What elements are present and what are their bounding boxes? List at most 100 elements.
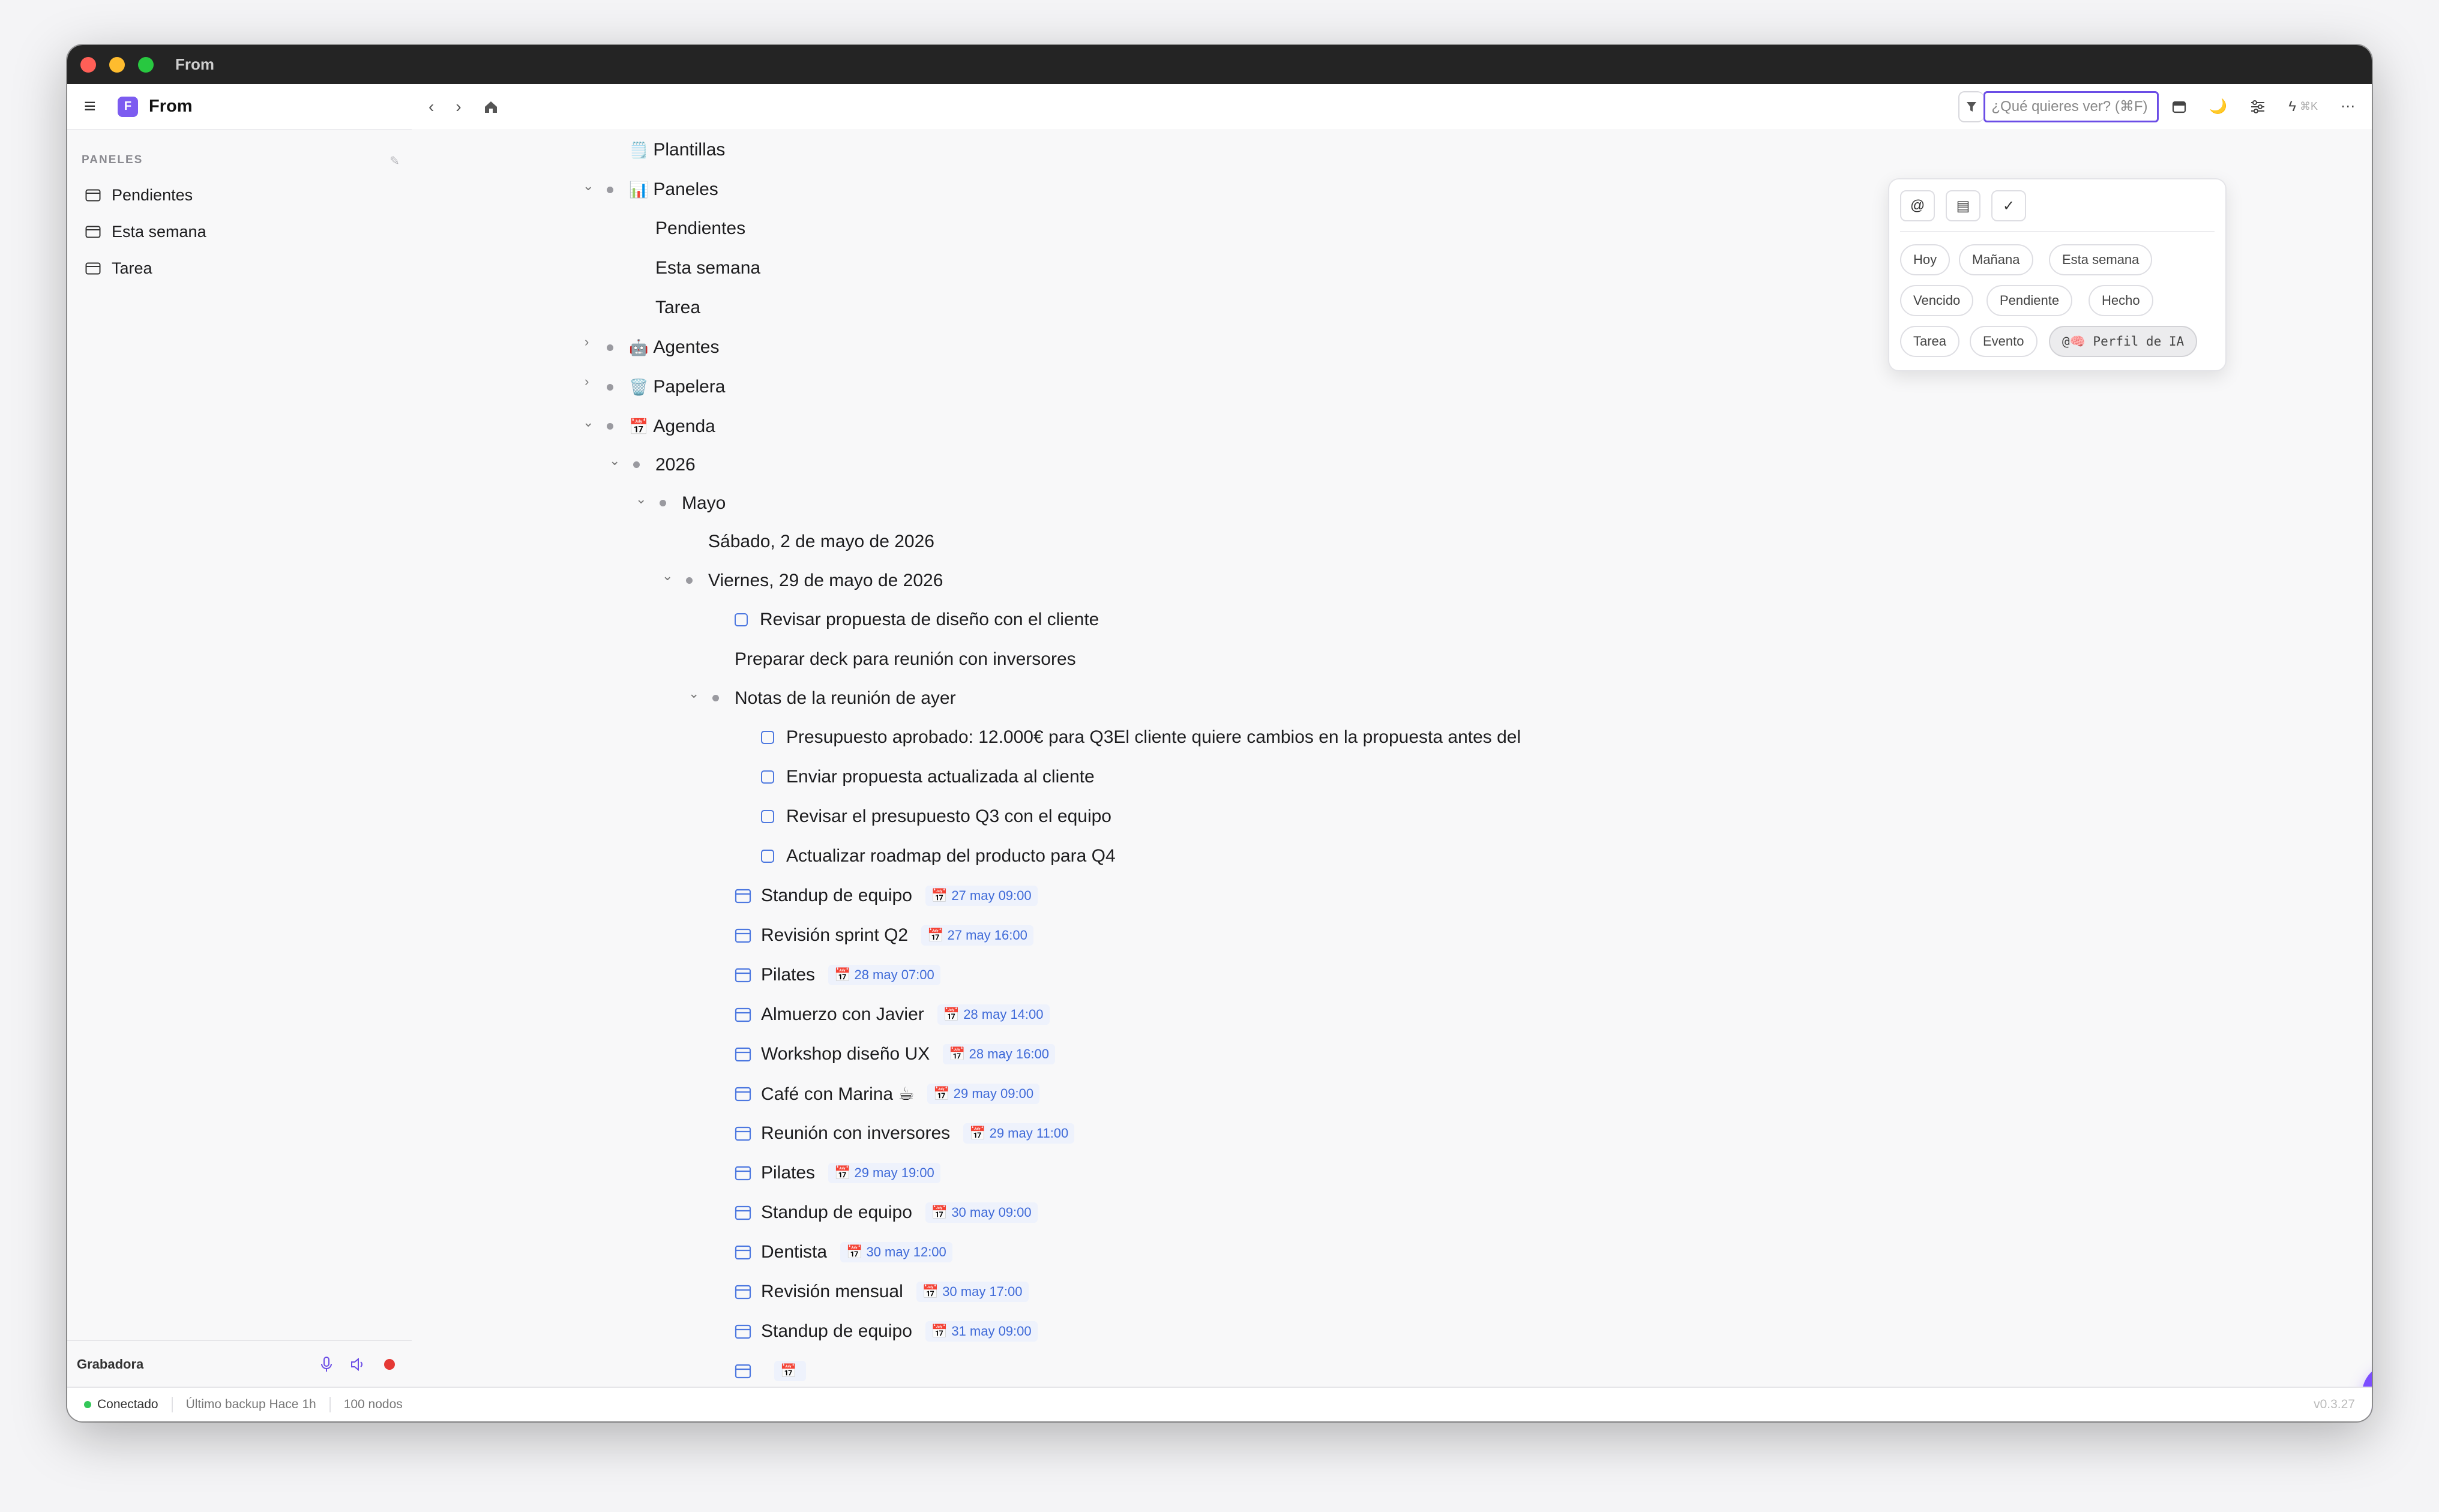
menu-icon[interactable]: ≡ bbox=[84, 95, 106, 118]
status-bar: Conectado Último backup Hace 1h 100 nodo… bbox=[67, 1387, 2372, 1421]
sidebar-item-tarea[interactable]: Tarea bbox=[85, 253, 152, 283]
task-item[interactable]: Actualizar roadmap del producto para Q4 bbox=[761, 838, 1116, 874]
event-item[interactable]: 📅 bbox=[735, 1353, 807, 1389]
outline-node-paneles[interactable]: 📊 Paneles bbox=[629, 172, 718, 208]
event-item[interactable]: Almuerzo con Javier 📅 28 may 14:00 bbox=[735, 997, 1050, 1033]
outline-node-papelera[interactable]: 🗑️ Papelera bbox=[629, 369, 725, 405]
sliders-icon[interactable] bbox=[2250, 100, 2266, 113]
chevron-right-icon[interactable]: › bbox=[585, 374, 589, 389]
maximize-window-button[interactable] bbox=[138, 56, 154, 73]
chip-pendiente[interactable]: Pendiente bbox=[1986, 285, 2073, 316]
date-badge[interactable]: 📅 30 may 17:00 bbox=[916, 1282, 1029, 1302]
node-label: Agentes bbox=[653, 337, 720, 357]
date-badge[interactable]: 📅 28 may 07:00 bbox=[828, 965, 940, 985]
chip-perfil-ia[interactable]: @🧠 Perfil de IA bbox=[2049, 326, 2198, 357]
event-item[interactable]: Pilates 📅 28 may 07:00 bbox=[735, 957, 940, 993]
outline-node-esta-semana[interactable]: Esta semana bbox=[655, 250, 760, 286]
chevron-down-icon[interactable]: ⌄ bbox=[583, 178, 594, 194]
outline-node[interactable]: Preparar deck para reunión con inversore… bbox=[735, 641, 1076, 677]
more-icon[interactable]: ⋯ bbox=[2341, 98, 2355, 115]
filter-icon[interactable] bbox=[1958, 91, 1984, 122]
event-item[interactable]: Reunión con inversores 📅 29 may 11:00 bbox=[735, 1115, 1075, 1151]
task-item[interactable]: Enviar propuesta actualizada al cliente bbox=[761, 759, 1095, 795]
task-item[interactable]: Revisar el presupuesto Q3 con el equipo bbox=[761, 799, 1111, 835]
chip-tarea[interactable]: Tarea bbox=[1900, 326, 1960, 357]
date-badge[interactable]: 📅 29 may 19:00 bbox=[828, 1163, 940, 1183]
date-text: 27 may 16:00 bbox=[947, 928, 1027, 943]
event-item[interactable]: Dentista 📅 30 may 12:00 bbox=[735, 1234, 952, 1270]
chip-manana[interactable]: Mañana bbox=[1959, 244, 2033, 275]
edit-icon[interactable]: ✎ bbox=[389, 154, 400, 169]
task-checkbox[interactable] bbox=[761, 731, 774, 744]
close-window-button[interactable] bbox=[80, 56, 96, 73]
home-icon[interactable] bbox=[483, 100, 499, 114]
chevron-down-icon[interactable]: ⌄ bbox=[583, 415, 594, 430]
divider bbox=[171, 1397, 173, 1412]
record-button[interactable] bbox=[384, 1359, 395, 1370]
event-calendar-icon bbox=[735, 1285, 751, 1300]
calendar-filter-button[interactable]: ▤ bbox=[1946, 190, 1980, 221]
outline-node-2026[interactable]: 2026 bbox=[655, 447, 696, 483]
date-badge[interactable]: 📅 bbox=[774, 1361, 807, 1381]
event-item[interactable]: Standup de equipo 📅 27 may 09:00 bbox=[735, 878, 1038, 914]
chevron-right-icon[interactable]: › bbox=[585, 334, 589, 350]
outline-node-notas-reunion[interactable]: Notas de la reunión de ayer bbox=[735, 680, 956, 716]
event-item[interactable]: Pilates 📅 29 may 19:00 bbox=[735, 1155, 940, 1191]
moon-icon[interactable]: 🌙 bbox=[2209, 98, 2227, 115]
check-filter-button[interactable]: ✓ bbox=[1991, 190, 2026, 221]
date-badge[interactable]: 📅 30 may 09:00 bbox=[925, 1202, 1038, 1223]
outline-node-agentes[interactable]: 🤖 Agentes bbox=[629, 329, 719, 365]
chevron-down-icon[interactable]: ⌄ bbox=[662, 568, 673, 584]
task-checkbox[interactable] bbox=[761, 770, 774, 784]
forward-icon[interactable]: › bbox=[456, 97, 461, 116]
event-item[interactable]: Standup de equipo 📅 30 may 09:00 bbox=[735, 1195, 1038, 1231]
task-checkbox[interactable] bbox=[761, 850, 774, 863]
date-badge[interactable]: 📅 29 may 11:00 bbox=[963, 1123, 1075, 1144]
date-badge[interactable]: 📅 28 may 16:00 bbox=[943, 1044, 1055, 1064]
task-label: Enviar propuesta actualizada al cliente bbox=[786, 767, 1095, 787]
event-item[interactable]: Revisión mensual 📅 30 may 17:00 bbox=[735, 1274, 1029, 1310]
chevron-down-icon[interactable]: ⌄ bbox=[636, 491, 646, 507]
task-item[interactable]: Presupuesto aprobado: 12.000€ para Q3El … bbox=[761, 719, 1521, 755]
date-badge[interactable]: 📅 27 may 16:00 bbox=[921, 925, 1033, 946]
sidebar-item-label: Tarea bbox=[112, 259, 152, 277]
date-badge[interactable]: 📅 28 may 14:00 bbox=[937, 1004, 1050, 1025]
event-item[interactable]: Café con Marina ☕ 📅 29 may 09:00 bbox=[735, 1076, 1040, 1112]
event-item[interactable]: Standup de equipo 📅 31 may 09:00 bbox=[735, 1313, 1038, 1349]
bullet-icon bbox=[607, 344, 613, 351]
outline-node-plantillas[interactable]: 🗒️ Plantillas bbox=[629, 132, 725, 168]
sidebar-item-pendientes[interactable]: Pendientes bbox=[85, 180, 193, 210]
back-icon[interactable]: ‹ bbox=[429, 97, 434, 116]
chip-esta-semana[interactable]: Esta semana bbox=[2049, 244, 2153, 275]
command-palette-button[interactable]: ϟ ⌘K bbox=[2288, 98, 2318, 115]
outline-node-agenda[interactable]: 📅 Agenda bbox=[629, 409, 715, 445]
outline-node-tarea[interactable]: Tarea bbox=[655, 290, 700, 326]
date-badge[interactable]: 📅 29 may 09:00 bbox=[927, 1084, 1040, 1104]
speaker-icon[interactable] bbox=[350, 1357, 366, 1372]
chip-vencido[interactable]: Vencido bbox=[1900, 285, 1974, 316]
node-label: 2026 bbox=[655, 455, 696, 475]
event-item[interactable]: Revisión sprint Q2 📅 27 may 16:00 bbox=[735, 917, 1033, 953]
chip-evento[interactable]: Evento bbox=[1970, 326, 2038, 357]
task-checkbox[interactable] bbox=[735, 613, 748, 626]
task-item[interactable]: Revisar propuesta de diseño con el clien… bbox=[735, 602, 1099, 638]
outline-node-pendientes[interactable]: Pendientes bbox=[655, 211, 745, 247]
date-badge[interactable]: 📅 31 may 09:00 bbox=[925, 1321, 1038, 1342]
chevron-down-icon[interactable]: ⌄ bbox=[688, 686, 699, 701]
minimize-window-button[interactable] bbox=[109, 56, 125, 73]
sidebar-item-esta-semana[interactable]: Esta semana bbox=[85, 217, 206, 247]
mention-filter-button[interactable]: @ bbox=[1900, 190, 1935, 221]
chip-hoy[interactable]: Hoy bbox=[1900, 244, 1950, 275]
microphone-icon[interactable] bbox=[320, 1357, 332, 1372]
outline-node-viernes-29-mayo[interactable]: Viernes, 29 de mayo de 2026 bbox=[708, 563, 943, 599]
date-badge[interactable]: 📅 30 may 12:00 bbox=[840, 1242, 952, 1262]
date-badge[interactable]: 📅 27 may 09:00 bbox=[925, 886, 1038, 906]
search-input[interactable]: ¿Qué quieres ver? (⌘F) bbox=[1983, 91, 2159, 122]
outline-node-mayo[interactable]: Mayo bbox=[682, 485, 726, 521]
outline-node-sabado-2-mayo[interactable]: Sábado, 2 de mayo de 2026 bbox=[708, 524, 934, 560]
task-checkbox[interactable] bbox=[761, 810, 774, 823]
calendar-view-icon[interactable] bbox=[2172, 100, 2186, 113]
chevron-down-icon[interactable]: ⌄ bbox=[609, 453, 620, 469]
chip-hecho[interactable]: Hecho bbox=[2089, 285, 2153, 316]
event-item[interactable]: Workshop diseño UX 📅 28 may 16:00 bbox=[735, 1036, 1055, 1072]
